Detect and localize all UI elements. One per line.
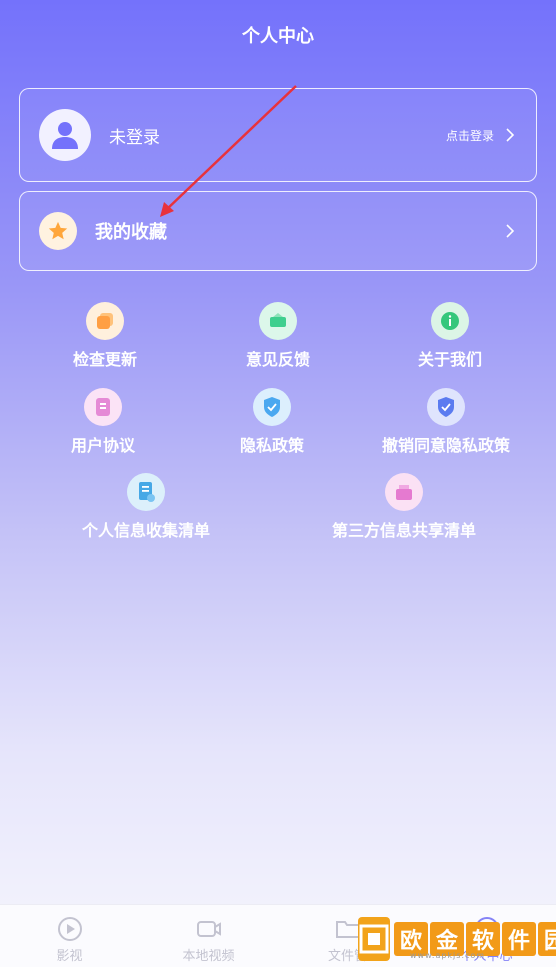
agreement-icon	[84, 388, 122, 426]
menu-item-feedback[interactable]: 意见反馈	[188, 302, 368, 370]
page-title: 个人中心	[242, 26, 314, 47]
menu-item-user-agreement[interactable]: 用户协议	[13, 388, 193, 456]
menu-item-about-us[interactable]: 关于我们	[360, 302, 540, 370]
watermark-url: www.apkjs.com	[410, 951, 486, 960]
menu-item-privacy-policy[interactable]: 隐私政策	[182, 388, 362, 456]
watermark-logo: 欧 金 软 件 园 www.apkjs.com	[358, 913, 556, 965]
login-card[interactable]: 未登录 点击登录	[19, 88, 537, 182]
share-list-icon	[385, 473, 423, 511]
video-icon	[196, 921, 221, 937]
info-icon	[431, 302, 469, 340]
login-link[interactable]: 点击登录	[446, 127, 494, 144]
menu-item-check-update[interactable]: 检查更新	[15, 302, 195, 370]
star-icon	[39, 212, 77, 250]
chevron-right-icon	[506, 224, 515, 238]
privacy-shield-icon	[253, 388, 291, 426]
favorites-label: 我的收藏	[95, 222, 167, 243]
watermark-char: 件	[502, 922, 536, 956]
chevron-right-icon	[506, 128, 515, 142]
tab-movies[interactable]: 影视	[0, 905, 139, 967]
info-list-icon	[127, 473, 165, 511]
watermark-logo-icon	[358, 917, 390, 961]
favorites-card[interactable]: 我的收藏	[19, 191, 537, 271]
revoke-shield-icon	[427, 388, 465, 426]
menu-item-personal-info-list[interactable]: 个人信息收集清单	[56, 473, 236, 541]
update-icon	[86, 302, 124, 340]
menu-item-revoke-privacy-consent[interactable]: 撤销同意隐私政策	[356, 388, 536, 456]
play-circle-icon	[57, 917, 82, 941]
login-status-label: 未登录	[109, 127, 160, 148]
avatar	[39, 109, 91, 161]
tab-local-video[interactable]: 本地视频	[139, 905, 278, 967]
menu-item-third-party-share-list[interactable]: 第三方信息共享清单	[314, 473, 494, 541]
feedback-icon	[259, 302, 297, 340]
watermark-char: 园	[538, 922, 556, 956]
user-avatar-icon	[52, 122, 78, 149]
